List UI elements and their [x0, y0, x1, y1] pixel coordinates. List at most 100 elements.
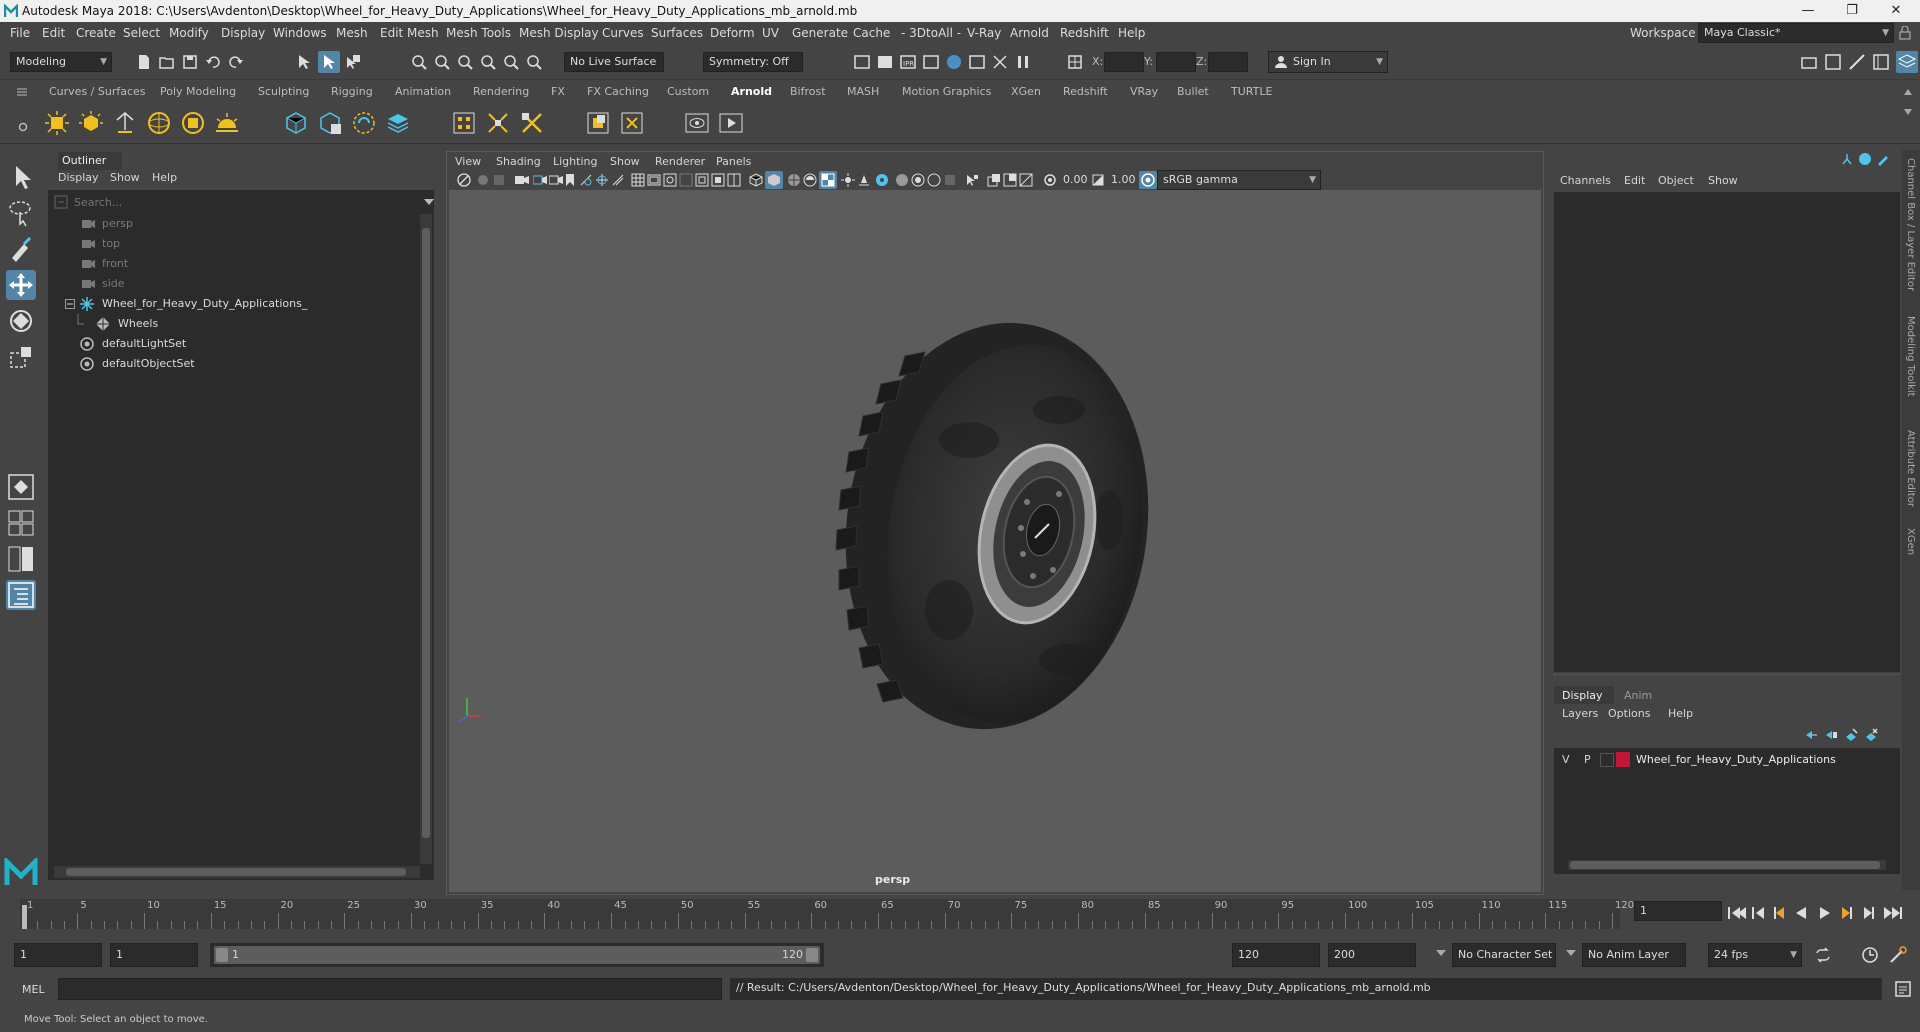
- flush-textures-icon[interactable]: [451, 110, 477, 136]
- menu-mesh[interactable]: Mesh: [336, 26, 368, 40]
- search-filter-icon[interactable]: [54, 195, 68, 209]
- flush-all-caches-icon[interactable]: [519, 110, 545, 136]
- create-standin-icon[interactable]: [283, 110, 309, 136]
- shelf-tab-bullet[interactable]: Bullet: [1177, 85, 1209, 98]
- shelf-tab-fx[interactable]: FX: [551, 85, 565, 98]
- grid-toggle-icon[interactable]: [579, 173, 593, 187]
- shelf-tab-custom[interactable]: Custom: [667, 85, 709, 98]
- menu-cache[interactable]: Cache: [853, 26, 890, 40]
- skydome-light-icon[interactable]: [146, 110, 172, 136]
- pause-icon[interactable]: [1014, 53, 1032, 71]
- menu-windows[interactable]: Windows: [273, 26, 327, 40]
- four-view-layout-button[interactable]: [6, 508, 36, 538]
- grease-pencil-icon[interactable]: [549, 174, 563, 186]
- safe-action-icon[interactable]: [663, 173, 677, 187]
- menu-arnold[interactable]: Arnold: [1010, 26, 1049, 40]
- menu-create[interactable]: Create: [76, 26, 116, 40]
- snap-grid-icon[interactable]: [410, 53, 428, 71]
- layer-display-type[interactable]: [1600, 753, 1614, 767]
- shelf-tab-rigging[interactable]: Rigging: [331, 85, 373, 98]
- wireframe-on-shaded-icon[interactable]: [787, 173, 801, 187]
- select-hierarchy-icon[interactable]: [296, 53, 314, 71]
- physical-sky-icon[interactable]: [214, 110, 240, 136]
- select-object-button[interactable]: [318, 51, 340, 73]
- outliner-item-wheels[interactable]: Wheels: [48, 314, 418, 334]
- viewport-menu-show[interactable]: Show: [610, 155, 640, 168]
- scrollbar-thumb[interactable]: [422, 228, 430, 838]
- outliner-item-persp[interactable]: persp: [48, 214, 418, 234]
- outliner-item-side[interactable]: side: [48, 274, 418, 294]
- shelf-scroll-down-icon[interactable]: [1902, 106, 1914, 118]
- menu-display[interactable]: Display: [221, 26, 265, 40]
- outliner-item-front[interactable]: front: [48, 254, 418, 274]
- layer-menu-layers[interactable]: Layers: [1562, 707, 1598, 720]
- transform-field-mode-icon[interactable]: [1066, 53, 1084, 71]
- create-volume-icon[interactable]: [351, 110, 377, 136]
- range-slider-bar[interactable]: 1 120: [214, 946, 820, 964]
- all-lights-icon[interactable]: [841, 173, 855, 187]
- command-result-field[interactable]: // Result: C:/Users/Avdenton/Desktop/Whe…: [730, 978, 1882, 1000]
- x-field[interactable]: [1104, 52, 1144, 72]
- gate-mask-icon[interactable]: [695, 173, 709, 187]
- menu-uv[interactable]: UV: [762, 26, 779, 40]
- range-start-handle[interactable]: [216, 948, 228, 962]
- gamma-value[interactable]: 1.00: [1111, 173, 1136, 186]
- textured-icon[interactable]: [803, 173, 817, 187]
- auto-key-icon[interactable]: [1860, 945, 1880, 965]
- shelf-menu-icon[interactable]: [16, 86, 28, 98]
- move-layer-up-icon[interactable]: [1804, 728, 1818, 742]
- scale-tool-button[interactable]: [6, 342, 36, 372]
- new-empty-layer-icon[interactable]: [1844, 728, 1858, 742]
- layer-menu-help[interactable]: Help: [1668, 707, 1693, 720]
- fps-dropdown[interactable]: 24 fps ▼: [1708, 943, 1802, 967]
- new-scene-icon[interactable]: [136, 54, 152, 70]
- shelf-tab-curves-surfaces[interactable]: Curves / Surfaces: [49, 85, 146, 98]
- menu-select[interactable]: Select: [123, 26, 160, 40]
- film-gate-icon[interactable]: [595, 173, 609, 187]
- menu-set-dropdown[interactable]: Modeling ▼: [10, 52, 112, 72]
- save-scene-icon[interactable]: [182, 54, 198, 70]
- current-frame-field[interactable]: 1: [1634, 901, 1722, 921]
- frame-all-icon[interactable]: [987, 173, 1001, 187]
- animation-preferences-icon[interactable]: [1888, 945, 1908, 965]
- snap-view-plane-icon[interactable]: [479, 53, 497, 71]
- viewport-menu-shading[interactable]: Shading: [496, 155, 541, 168]
- layer-row[interactable]: V P Wheel_for_Heavy_Duty_Applications: [1554, 750, 1900, 770]
- camera-attributes-icon[interactable]: [477, 174, 489, 186]
- layer-color-swatch[interactable]: [1616, 752, 1630, 767]
- hierarchy-icon[interactable]: [1840, 152, 1854, 166]
- layer-horizontal-scrollbar[interactable]: [1568, 860, 1886, 870]
- gamma-icon[interactable]: [1091, 173, 1105, 187]
- view-transform-dropdown[interactable]: sRGB gamma ▼: [1157, 170, 1321, 190]
- arnold-clear-icon[interactable]: [991, 53, 1009, 71]
- search-options-chevron-icon[interactable]: [424, 199, 434, 205]
- menu-edit-mesh[interactable]: Edit Mesh: [380, 26, 439, 40]
- shelf-tab-rendering[interactable]: Rendering: [473, 85, 529, 98]
- open-scene-icon[interactable]: [159, 54, 175, 70]
- exposure-value[interactable]: 0.00: [1063, 173, 1088, 186]
- shelf-tab-redshift[interactable]: Redshift: [1063, 85, 1108, 98]
- symmetry-dropdown[interactable]: Symmetry: Off: [703, 52, 803, 72]
- outliner-vertical-scrollbar[interactable]: [420, 214, 432, 864]
- depth-of-field-icon[interactable]: [927, 173, 941, 187]
- menu-help[interactable]: Help: [1118, 26, 1145, 40]
- arnold-render-view-icon[interactable]: [968, 53, 986, 71]
- wireframe-grid-icon[interactable]: [631, 173, 645, 187]
- live-surface-field[interactable]: No Live Surface: [564, 52, 664, 72]
- xray-icon[interactable]: [727, 173, 741, 187]
- z-field[interactable]: [1208, 52, 1248, 72]
- outliner-horizontal-scrollbar[interactable]: [54, 866, 420, 878]
- lasso-tool-button[interactable]: [6, 198, 36, 228]
- character-set-field[interactable]: No Character Set: [1452, 943, 1556, 967]
- wireframe-shading-icon[interactable]: [749, 173, 763, 187]
- area-light-icon[interactable]: [44, 110, 70, 136]
- flush-background-icon[interactable]: [485, 110, 511, 136]
- scene-end-frame-field[interactable]: 200: [1328, 943, 1416, 967]
- layer-menu-options[interactable]: Options: [1608, 707, 1650, 720]
- viewport-menu-lighting[interactable]: Lighting: [553, 155, 597, 168]
- hud-toggle-icon[interactable]: [943, 173, 957, 187]
- two-d-pan-zoom-icon[interactable]: [533, 174, 547, 186]
- time-slider[interactable]: 1 5 10 15 20 25 30 35 40 45 50 55 60 65 70 75 80 85 90 95 10…: [0, 897, 1920, 933]
- edit-pen-icon[interactable]: [1876, 152, 1890, 166]
- ipr-render-icon[interactable]: IPR: [899, 53, 917, 71]
